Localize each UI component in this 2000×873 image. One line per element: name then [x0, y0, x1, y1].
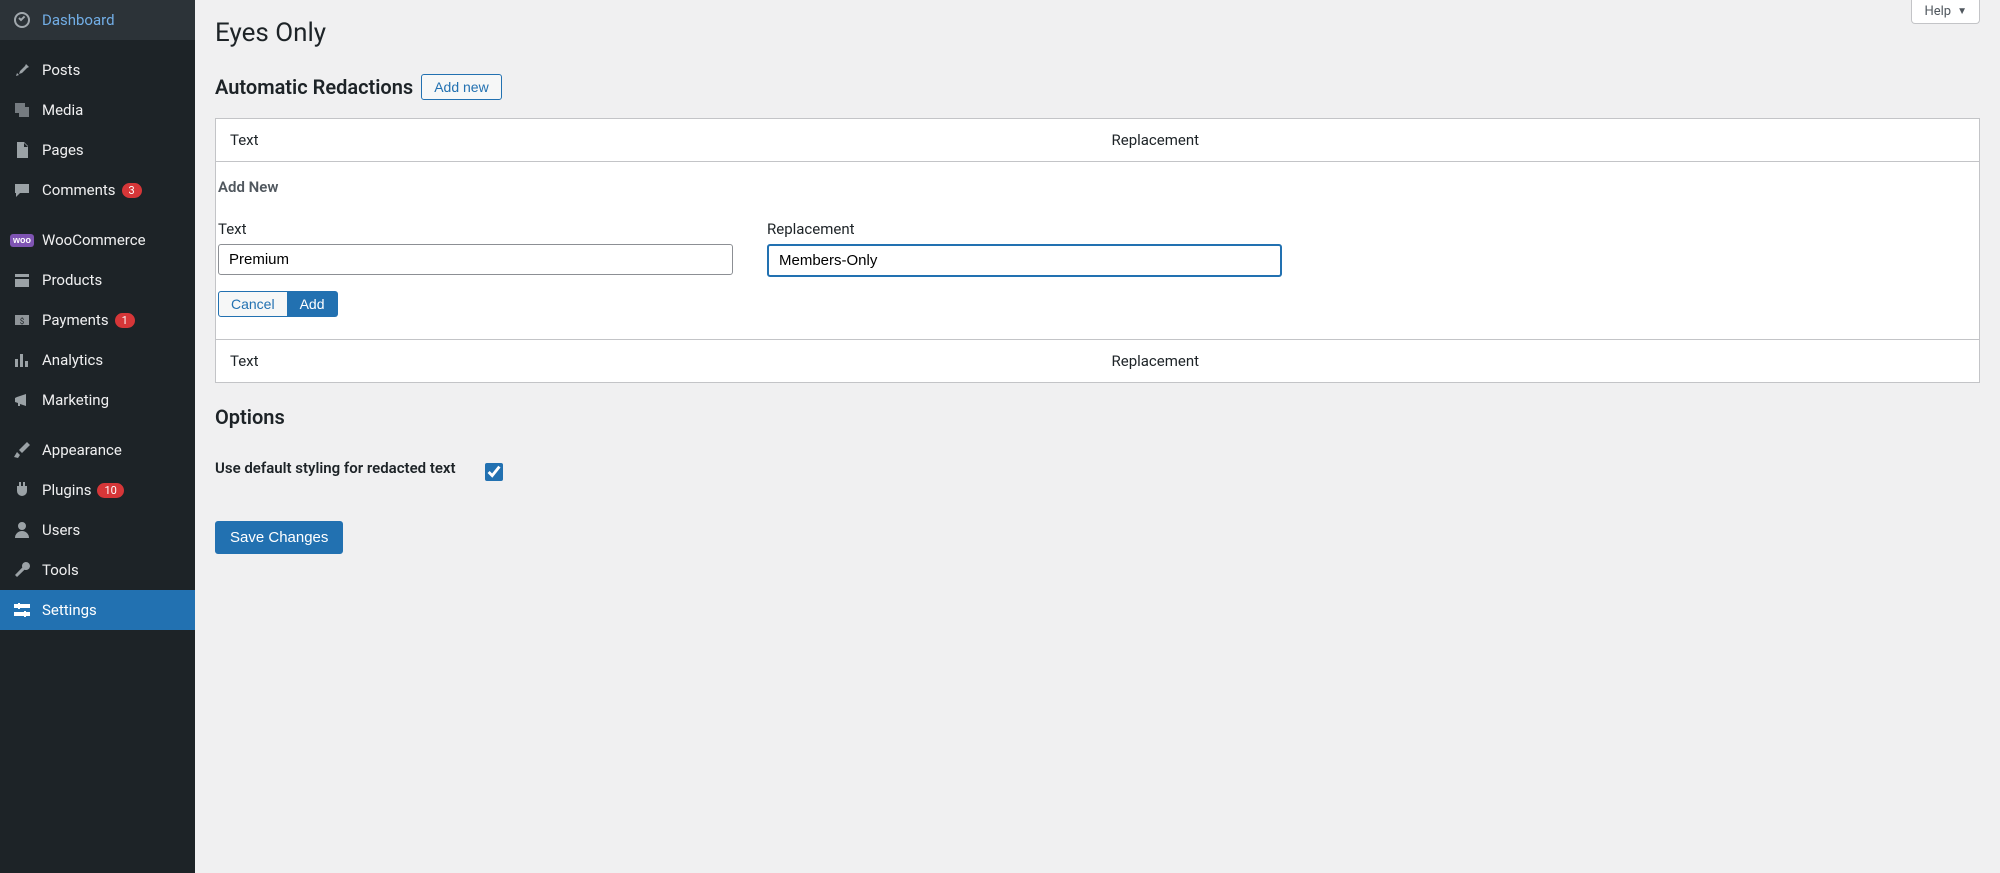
options-heading: Options: [215, 405, 1980, 429]
column-header-text: Text: [216, 119, 1098, 162]
sidebar-item-label: Products: [42, 271, 102, 289]
redactions-section-header: Automatic Redactions Add new: [215, 74, 1980, 100]
sidebar-item-label: Users: [42, 521, 80, 539]
replacement-input[interactable]: [767, 244, 1282, 277]
sidebar-item-label: Plugins: [42, 481, 91, 499]
sidebar-item-label: Payments: [42, 311, 109, 329]
comments-badge: 3: [122, 183, 142, 198]
add-button[interactable]: Add: [288, 291, 338, 317]
sidebar-item-media[interactable]: Media: [0, 90, 195, 130]
megaphone-icon: [12, 390, 32, 410]
column-footer-replacement: Replacement: [1098, 340, 1980, 383]
redactions-heading: Automatic Redactions: [215, 75, 413, 99]
sidebar-item-label: Tools: [42, 561, 79, 579]
analytics-icon: [12, 350, 32, 370]
text-input[interactable]: [218, 244, 733, 275]
redactions-table: Text Replacement Add New Text: [215, 118, 1980, 383]
default-styling-label: Use default styling for redacted text: [215, 457, 485, 480]
sidebar-item-analytics[interactable]: Analytics: [0, 340, 195, 380]
sidebar-item-pages[interactable]: Pages: [0, 130, 195, 170]
option-default-styling: Use default styling for redacted text: [215, 457, 1980, 481]
page-icon: [12, 140, 32, 160]
media-icon: [12, 100, 32, 120]
sidebar-item-label: Comments: [42, 181, 116, 199]
sidebar-item-payments[interactable]: $ Payments 1: [0, 300, 195, 340]
plug-icon: [12, 480, 32, 500]
column-header-replacement: Replacement: [1098, 119, 1980, 162]
sidebar-item-label: Marketing: [42, 391, 109, 409]
products-icon: [12, 270, 32, 290]
wrench-icon: [12, 560, 32, 580]
chevron-down-icon: ▼: [1957, 6, 1967, 17]
sidebar-item-tools[interactable]: Tools: [0, 550, 195, 590]
sidebar-item-appearance[interactable]: Appearance: [0, 430, 195, 470]
column-footer-text: Text: [216, 340, 1098, 383]
sidebar-item-woocommerce[interactable]: woo WooCommerce: [0, 220, 195, 260]
payments-badge: 1: [115, 313, 135, 328]
default-styling-checkbox[interactable]: [485, 463, 503, 481]
sidebar-item-settings[interactable]: Settings: [0, 590, 195, 630]
sidebar-item-label: Pages: [42, 141, 84, 159]
add-new-heading: Add New: [216, 178, 1979, 220]
sidebar-item-dashboard[interactable]: Dashboard: [0, 0, 195, 40]
sidebar-item-label: WooCommerce: [42, 231, 146, 249]
payments-icon: $: [12, 310, 32, 330]
replacement-field-label: Replacement: [767, 220, 1282, 238]
sidebar-item-label: Analytics: [42, 351, 103, 369]
plugins-badge: 10: [97, 483, 123, 498]
comment-icon: [12, 180, 32, 200]
svg-text:$: $: [20, 317, 25, 326]
sidebar-item-label: Dashboard: [42, 11, 115, 29]
sidebar-item-label: Posts: [42, 61, 80, 79]
sidebar-item-plugins[interactable]: Plugins 10: [0, 470, 195, 510]
sidebar-item-comments[interactable]: Comments 3: [0, 170, 195, 210]
woocommerce-icon: woo: [12, 230, 32, 250]
page-title: Eyes Only: [215, 0, 1980, 48]
sidebar-item-products[interactable]: Products: [0, 260, 195, 300]
brush-icon: [12, 440, 32, 460]
sidebar-item-marketing[interactable]: Marketing: [0, 380, 195, 420]
sidebar-item-users[interactable]: Users: [0, 510, 195, 550]
sliders-icon: [12, 600, 32, 620]
user-icon: [12, 520, 32, 540]
text-field-label: Text: [218, 220, 733, 238]
help-tab[interactable]: Help ▼: [1911, 0, 1980, 24]
dashboard-icon: [12, 10, 32, 30]
pin-icon: [12, 60, 32, 80]
sidebar-item-posts[interactable]: Posts: [0, 50, 195, 90]
sidebar-item-label: Media: [42, 101, 83, 119]
sidebar-item-label: Appearance: [42, 441, 122, 459]
cancel-button[interactable]: Cancel: [218, 291, 288, 317]
main-content: Help ▼ Eyes Only Automatic Redactions Ad…: [195, 0, 2000, 873]
save-changes-button[interactable]: Save Changes: [215, 521, 343, 554]
admin-sidebar: Dashboard Posts Media Pages Comments 3 w…: [0, 0, 195, 873]
sidebar-item-label: Settings: [42, 601, 97, 619]
add-new-button[interactable]: Add new: [421, 74, 501, 100]
add-new-panel: Add New Text Replacement: [216, 161, 1979, 339]
help-label: Help: [1924, 4, 1951, 19]
